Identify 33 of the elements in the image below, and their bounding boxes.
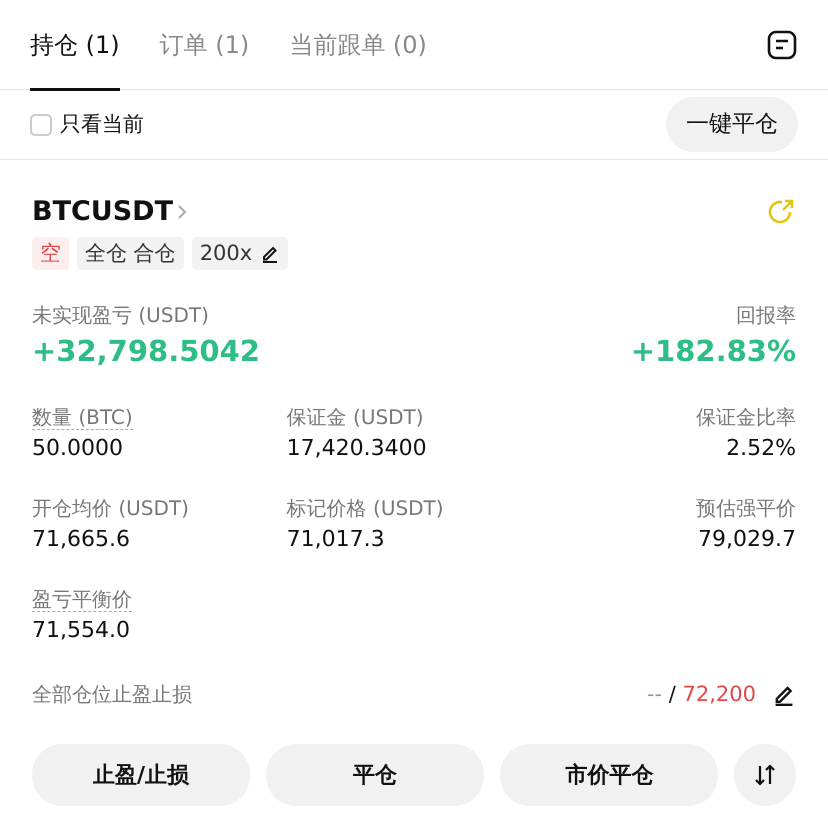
checkbox[interactable] (30, 114, 52, 136)
field-label: 盈亏平衡价 (32, 586, 132, 612)
field-label: 标记价格 (USDT) (286, 496, 444, 520)
pnl-value: +32,798.5042 (32, 333, 260, 370)
field-label: 数量 (BTC) (32, 404, 133, 430)
action-button[interactable]: 市价平仓 (500, 744, 718, 806)
tab[interactable]: 当前跟单 (0) (289, 0, 427, 90)
action-button[interactable]: 止盈/止损 (32, 744, 250, 806)
field-value: 71,554.0 (32, 616, 131, 644)
field-label: 预估强平价 (696, 496, 796, 520)
field-value: 71,665.6 (32, 526, 131, 554)
close-all-button[interactable]: 一键平仓 (666, 97, 798, 152)
roe-label: 回报率 (735, 302, 796, 329)
tag: 全仓 合仓 (77, 236, 184, 270)
field-value: 17,420.3400 (286, 434, 428, 462)
field-label: 开仓均价 (USDT) (32, 496, 189, 520)
field-value: 79,029.7 (697, 526, 796, 554)
tpsl-label: 全部仓位止盈止损 (32, 681, 192, 708)
roe-value: +182.83% (630, 333, 796, 370)
checkbox-label[interactable]: 只看当前 (60, 108, 144, 140)
field-value: 71,017.3 (286, 526, 386, 554)
action-button[interactable]: 平仓 (266, 744, 484, 806)
tpsl-value: -- / 72,200 (646, 680, 756, 708)
pnl-label: 未实现盈亏 (USDT) (32, 302, 210, 329)
field-value: 50.0000 (32, 434, 124, 462)
field-label: 保证金 (USDT) (286, 404, 424, 428)
tag: 空 (32, 236, 69, 270)
symbol[interactable]: BTCUSDT (32, 192, 174, 232)
field-value: 2.52% (725, 434, 796, 462)
tab[interactable]: 订单 (1) (160, 0, 250, 90)
field-label: 保证金比率 (696, 404, 796, 428)
tab[interactable]: 持仓 (1) (30, 0, 120, 90)
notes-icon[interactable] (766, 28, 798, 60)
